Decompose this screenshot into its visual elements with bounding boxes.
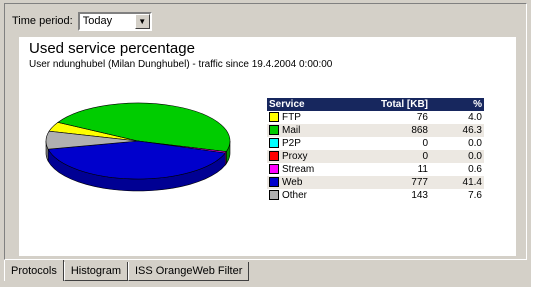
- table-row: P2P 0 0.0: [267, 137, 484, 150]
- pie-chart: [45, 102, 231, 192]
- service-name: Web: [282, 177, 303, 188]
- legend-swatch: [269, 125, 279, 136]
- service-name: Proxy: [282, 151, 308, 162]
- report-panel: Used service percentage User ndunghubel …: [19, 37, 516, 256]
- percent-cell: 7.6: [430, 189, 484, 202]
- legend-swatch: [269, 177, 279, 188]
- tab-iss-orangeweb-filter-label: ISS OrangeWeb Filter: [134, 265, 243, 277]
- service-name: FTP: [282, 112, 301, 123]
- tab-histogram[interactable]: Histogram: [63, 262, 128, 281]
- report-title: Used service percentage: [29, 40, 195, 57]
- column-header-service: Service: [267, 98, 341, 111]
- service-cell: Web: [267, 176, 341, 189]
- table-row: Proxy 0 0.0: [267, 150, 484, 163]
- percent-cell: 0.0: [430, 137, 484, 150]
- total-kb-cell: 76: [341, 111, 430, 124]
- service-name: Mail: [282, 125, 301, 136]
- column-header-total: Total [KB]: [341, 98, 430, 111]
- tab-histogram-label: Histogram: [70, 265, 121, 277]
- service-cell: Mail: [267, 124, 341, 137]
- service-name: Other: [282, 190, 308, 201]
- time-period-label: Time period:: [12, 15, 73, 27]
- report-subtitle: User ndunghubel (Milan Dunghubel) - traf…: [29, 59, 333, 70]
- table-row: FTP 76 4.0: [267, 111, 484, 124]
- chevron-down-icon[interactable]: ▼: [134, 13, 150, 29]
- table-row: Mail 868 46.3: [267, 124, 484, 137]
- total-kb-cell: 0: [341, 137, 430, 150]
- table-row: Stream 11 0.6: [267, 163, 484, 176]
- tab-bar: Protocols Histogram ISS OrangeWeb Filter: [4, 260, 250, 283]
- service-cell: Other: [267, 189, 341, 202]
- legend-swatch: [269, 138, 279, 149]
- total-kb-cell: 777: [341, 176, 430, 189]
- service-table: Service Total [KB] % FTP 76 4.0 Mail 868 46.3…: [267, 98, 484, 202]
- time-period-select[interactable]: Today ▼: [77, 11, 152, 31]
- total-kb-cell: 143: [341, 189, 430, 202]
- service-cell: Stream: [267, 163, 341, 176]
- tab-protocols[interactable]: Protocols: [4, 260, 64, 281]
- total-kb-cell: 868: [341, 124, 430, 137]
- time-period-toolbar: Time period: Today ▼: [12, 11, 152, 31]
- service-cell: Proxy: [267, 150, 341, 163]
- service-name: Stream: [282, 164, 315, 175]
- service-cell: FTP: [267, 111, 341, 124]
- percent-cell: 0.6: [430, 163, 484, 176]
- legend-swatch: [269, 164, 279, 175]
- legend-swatch: [269, 190, 279, 201]
- service-name: P2P: [282, 138, 301, 149]
- percent-cell: 4.0: [430, 111, 484, 124]
- legend-swatch: [269, 112, 279, 123]
- percent-cell: 0.0: [430, 150, 484, 163]
- total-kb-cell: 0: [341, 150, 430, 163]
- table-row: Other 143 7.6: [267, 189, 484, 202]
- time-period-value: Today: [82, 15, 113, 27]
- service-cell: P2P: [267, 137, 341, 150]
- tab-protocols-label: Protocols: [11, 264, 57, 277]
- table-row: Web 777 41.4: [267, 176, 484, 189]
- percent-cell: 41.4: [430, 176, 484, 189]
- legend-swatch: [269, 151, 279, 162]
- column-header-percent: %: [430, 98, 484, 111]
- service-table-header: Service Total [KB] %: [267, 98, 484, 111]
- tab-iss-orangeweb-filter[interactable]: ISS OrangeWeb Filter: [127, 262, 250, 281]
- total-kb-cell: 11: [341, 163, 430, 176]
- percent-cell: 46.3: [430, 124, 484, 137]
